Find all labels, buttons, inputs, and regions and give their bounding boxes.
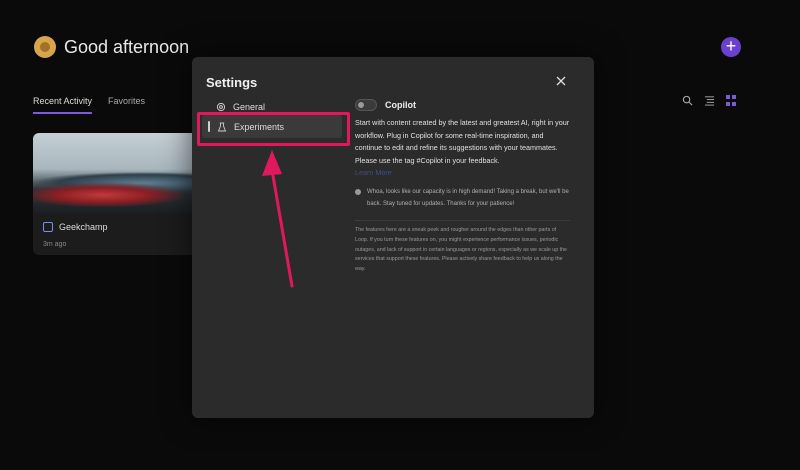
- nav-label-general: General: [233, 102, 266, 112]
- gear-icon: [216, 102, 226, 112]
- grid-view-icon[interactable]: [726, 95, 737, 106]
- experiments-disclaimer: The features here are a sneak peek and r…: [355, 227, 568, 272]
- recent-file-card[interactable]: Geekchamp 3m ago: [33, 133, 213, 255]
- dialog-title: Settings: [206, 75, 258, 90]
- copilot-description: Start with content created by the latest…: [355, 118, 570, 165]
- card-timestamp: 3m ago: [43, 241, 67, 248]
- nav-item-general[interactable]: General: [216, 102, 265, 112]
- card-title: Geekchamp: [59, 222, 108, 232]
- info-icon: [355, 189, 361, 196]
- tab-recent-activity[interactable]: Recent Activity: [33, 96, 93, 114]
- card-thumbnail: [33, 133, 213, 213]
- list-view-icon[interactable]: [704, 95, 715, 106]
- settings-dialog: Settings General Experiments Copilot Sta…: [192, 57, 594, 418]
- annotation-highlight-box: [197, 112, 350, 146]
- tab-favorites[interactable]: Favorites: [108, 96, 145, 114]
- view-toolbar: [682, 95, 737, 106]
- experiments-panel: Copilot Start with content created by th…: [355, 99, 570, 274]
- copilot-toggle-label: Copilot: [385, 100, 416, 110]
- copilot-toggle[interactable]: [355, 99, 377, 111]
- learn-more-link[interactable]: Learn More: [355, 168, 570, 177]
- capacity-notice: Whoa, looks like our capacity is in high…: [355, 186, 570, 210]
- greeting-title: Good afternoon: [64, 36, 190, 57]
- greeting-header: Good afternoon: [34, 36, 189, 58]
- loop-logo-icon: [34, 36, 56, 58]
- activity-tabs: Recent Activity Favorites: [33, 96, 145, 114]
- loop-page-icon: [43, 222, 53, 232]
- search-icon[interactable]: [682, 95, 693, 106]
- add-button[interactable]: +: [721, 37, 741, 57]
- divider: [355, 220, 570, 222]
- close-icon[interactable]: [554, 74, 568, 88]
- capacity-notice-text: Whoa, looks like our capacity is in high…: [367, 189, 569, 208]
